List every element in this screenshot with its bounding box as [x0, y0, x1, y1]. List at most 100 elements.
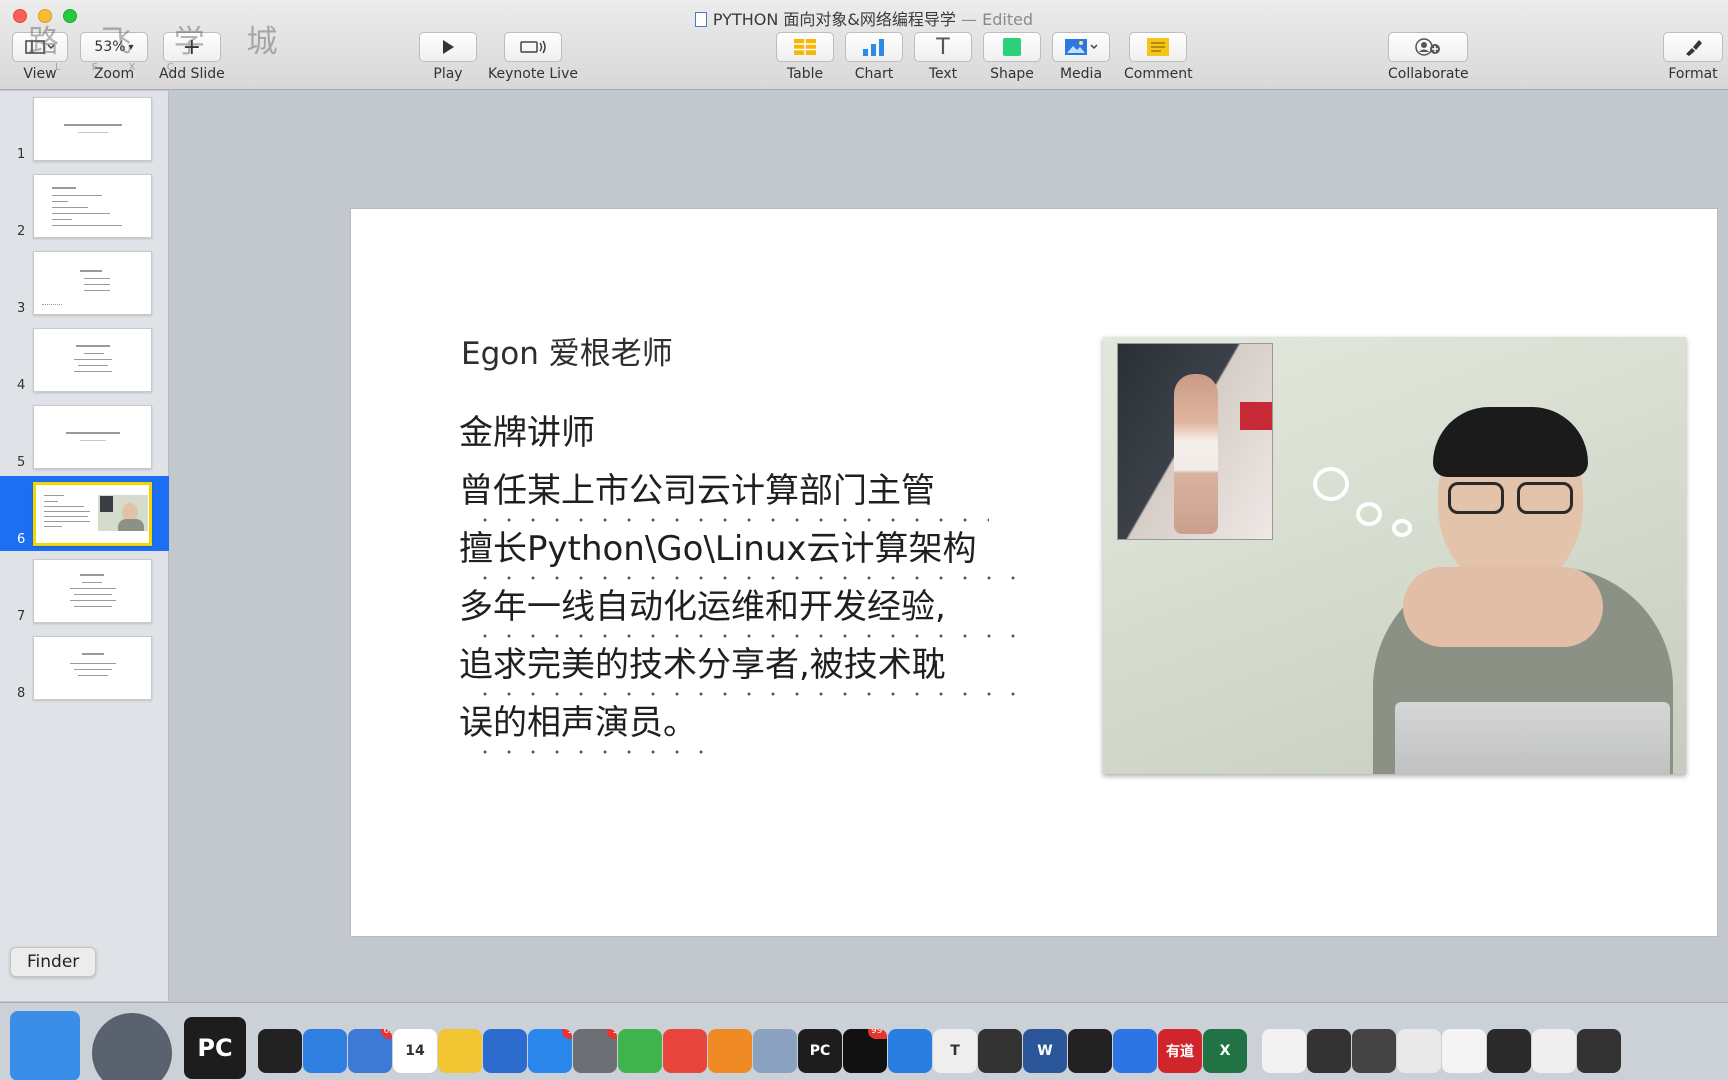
- dock-app-notes[interactable]: [438, 1029, 482, 1073]
- notification-badge: 62: [380, 1029, 392, 1039]
- dock-app-sublime[interactable]: [708, 1029, 752, 1073]
- slide-preview: [33, 405, 152, 469]
- bio-line: 擅长Python\Go\Linux云计算架构: [459, 520, 1019, 580]
- slide-thumbnail-2[interactable]: 2: [0, 168, 169, 243]
- dock-app-doc-3[interactable]: [1352, 1029, 1396, 1073]
- dock-app-system-preferences[interactable]: 1: [573, 1029, 617, 1073]
- person-glasses: [1448, 482, 1573, 514]
- dock-app-chrome[interactable]: [663, 1029, 707, 1073]
- dock-app-word[interactable]: W: [1023, 1029, 1067, 1073]
- bio-text-box[interactable]: 金牌讲师 曾任某上市公司云计算部门主管 擅长Python\Go\Linux云计算…: [459, 404, 1019, 754]
- chart-button[interactable]: Chart: [845, 32, 903, 82]
- comment-button[interactable]: Comment: [1124, 32, 1193, 82]
- dock-app-doc-6[interactable]: [1487, 1029, 1531, 1073]
- dock-app-doc-8[interactable]: [1577, 1029, 1621, 1073]
- dock-app-label: X: [1219, 1043, 1231, 1059]
- dock-app-typora[interactable]: T: [933, 1029, 977, 1073]
- document-title: PYTHON 面向对象&网络编程导学: [712, 10, 956, 29]
- slide-thumbnail-7[interactable]: 7: [0, 553, 169, 628]
- format-label: Format: [1668, 66, 1718, 82]
- shape-label: Shape: [990, 66, 1034, 82]
- slide-thumbnail-4[interactable]: 4: [0, 322, 169, 397]
- bio-line: 曾任某上市公司云计算部门主管: [459, 462, 1019, 522]
- dock-app-numbers[interactable]: [618, 1029, 662, 1073]
- bio-line: 误的相声演员。: [459, 694, 1019, 754]
- broadcast-icon: [503, 32, 562, 62]
- slide-preview: [33, 251, 152, 315]
- dock-app-baidu-cloud[interactable]: [1113, 1029, 1157, 1073]
- dock-app-doc-1[interactable]: [1262, 1029, 1306, 1073]
- shape-button[interactable]: Shape: [983, 32, 1041, 82]
- person-hands: [1403, 567, 1603, 647]
- dock-app-label: PC: [197, 1034, 233, 1062]
- slide-thumbnail-5[interactable]: 5: [0, 399, 169, 474]
- slide-number: 3: [17, 301, 26, 316]
- dock-app-pycharm[interactable]: PC: [184, 1017, 246, 1079]
- dock-app-youdao[interactable]: 有道: [1158, 1029, 1202, 1073]
- slide-preview: [33, 174, 152, 238]
- dock-app-console[interactable]: [1068, 1029, 1112, 1073]
- dock-app-calendar[interactable]: 14: [393, 1029, 437, 1073]
- slide-preview: [33, 482, 152, 546]
- dock-app-label: 有道: [1166, 1044, 1194, 1060]
- notification-badge: 1: [562, 1029, 572, 1039]
- thumbnail-photo: [98, 495, 148, 531]
- media-icon: [1052, 32, 1110, 62]
- play-button[interactable]: Play: [419, 32, 477, 82]
- keynote-live-button[interactable]: Keynote Live: [488, 32, 578, 82]
- collaborate-label: Collaborate: [1388, 66, 1469, 82]
- dock-app-doc-7[interactable]: [1532, 1029, 1576, 1073]
- dock-app-app-store[interactable]: 1: [528, 1029, 572, 1073]
- laptop-image: [1395, 702, 1670, 774]
- format-button[interactable]: Format: [1663, 32, 1723, 82]
- presenter-photo[interactable]: [1103, 337, 1686, 774]
- slide-thumbnail-3[interactable]: 3: [0, 245, 169, 320]
- dock-app-label: PC: [809, 1043, 831, 1059]
- slide-thumbnail-6[interactable]: 6: [0, 476, 169, 551]
- format-brush-icon: [1663, 32, 1723, 62]
- dock-app-terminal[interactable]: [258, 1029, 302, 1073]
- slide-number: 1: [17, 147, 26, 162]
- dock-app-keynote[interactable]: [483, 1029, 527, 1073]
- dock: PC 62 14 1 1 PC 99+ T W 有道 X: [0, 1002, 1728, 1080]
- dock-app-doc-4[interactable]: [1397, 1029, 1441, 1073]
- collaborate-button[interactable]: Collaborate: [1388, 32, 1469, 82]
- dock-app-finder[interactable]: [10, 1011, 80, 1080]
- shape-icon: [983, 32, 1041, 62]
- text-button[interactable]: T Text: [914, 32, 972, 82]
- table-label: Table: [786, 66, 824, 82]
- slide-number: 7: [17, 609, 26, 624]
- slide-thumbnail-1[interactable]: 1: [0, 91, 169, 166]
- dock-app-excel[interactable]: X: [1203, 1029, 1247, 1073]
- dock-app-doc-2[interactable]: [1307, 1029, 1351, 1073]
- toolbar: PYTHON 面向对象&网络编程导学 — Edited View 53% ▾ Z…: [0, 0, 1728, 90]
- slide-preview: [33, 328, 152, 392]
- media-button[interactable]: Media: [1052, 32, 1110, 82]
- dock-app-preview[interactable]: [753, 1029, 797, 1073]
- dock-app-mail[interactable]: 62: [348, 1029, 392, 1073]
- dock-app-screen[interactable]: [978, 1029, 1022, 1073]
- keynote-live-label: Keynote Live: [488, 66, 578, 82]
- dock-app-ding[interactable]: [888, 1029, 932, 1073]
- presenter-name[interactable]: Egon 爱根老师: [461, 328, 673, 373]
- dock-app-doc-5[interactable]: [1442, 1029, 1486, 1073]
- table-button[interactable]: Table: [776, 32, 834, 82]
- table-icon: [776, 32, 834, 62]
- slide-number: 4: [17, 378, 26, 393]
- thought-bubble: [1356, 502, 1382, 526]
- dock-app-safari[interactable]: [303, 1029, 347, 1073]
- slide-number: 5: [17, 455, 26, 470]
- dock-app-qq[interactable]: 99+: [843, 1029, 887, 1073]
- comment-icon: [1129, 32, 1188, 62]
- dock-app-pycharm-2[interactable]: PC: [798, 1029, 842, 1073]
- inset-figure: [1174, 374, 1218, 534]
- dock-app-label: T: [950, 1043, 960, 1059]
- slide-thumbnail-8[interactable]: 8: [0, 630, 169, 705]
- slide-canvas[interactable]: Egon 爱根老师 金牌讲师 曾任某上市公司云计算部门主管 擅长Python\G…: [351, 209, 1717, 936]
- keynote-document-icon: [694, 12, 707, 27]
- thought-bubble: [1392, 519, 1412, 537]
- dock-app-label: 14: [405, 1043, 425, 1059]
- slide-preview: [33, 636, 152, 700]
- dock-app-launchpad[interactable]: [92, 1013, 172, 1080]
- chart-icon: [845, 32, 903, 62]
